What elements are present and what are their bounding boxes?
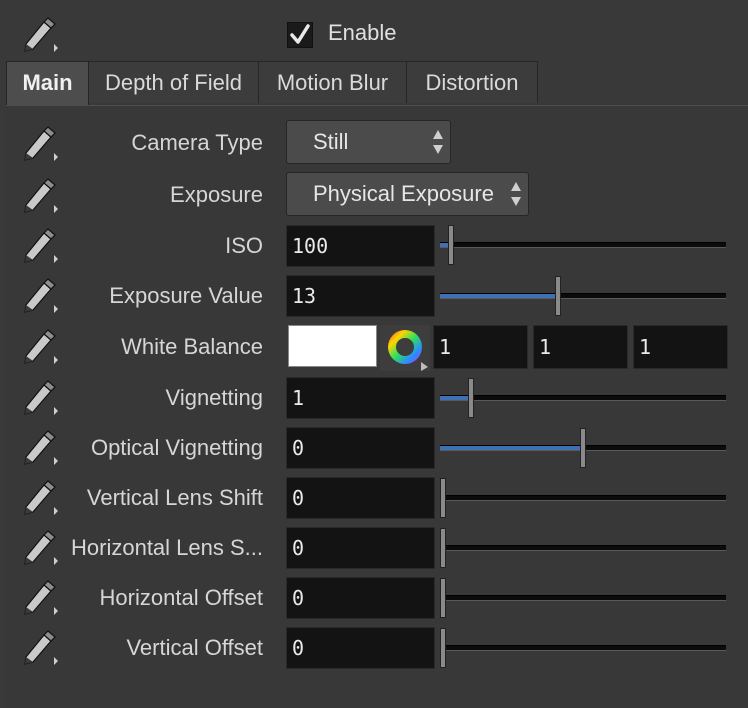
optical-vignetting-slider-fill	[440, 446, 580, 450]
vertical-offset-slider-handle[interactable]	[440, 628, 446, 668]
pencil-icon[interactable]	[18, 16, 58, 54]
vertical-lens-shift-slider-handle[interactable]	[440, 478, 446, 518]
exposure-value-field[interactable]: 13	[286, 275, 435, 317]
pencil-icon	[24, 329, 58, 364]
exposure-value-label: Exposure Value	[109, 283, 263, 308]
color-wheel-button[interactable]	[380, 325, 430, 371]
enable-checkbox[interactable]	[287, 22, 313, 48]
vignetting-slider-handle[interactable]	[468, 378, 474, 418]
horizontal-offset-field[interactable]: 0	[286, 577, 435, 619]
tab-main[interactable]: Main	[6, 61, 89, 105]
pencil-icon[interactable]	[18, 529, 58, 567]
pencil-icon	[24, 380, 58, 415]
camera-type-value: Still	[313, 129, 349, 154]
pencil-icon	[24, 430, 58, 465]
tab-motion-blur[interactable]: Motion Blur	[258, 61, 407, 103]
pencil-icon[interactable]	[18, 579, 58, 617]
pencil-icon[interactable]	[18, 227, 58, 265]
pencil-icon	[24, 278, 58, 313]
horizontal-lens-shift-label: Horizontal Lens S...	[71, 535, 263, 560]
tab-depth-of-field[interactable]: Depth of Field	[88, 61, 259, 103]
vertical-lens-shift-field[interactable]: 0	[286, 477, 435, 519]
vignetting-field[interactable]: 1	[286, 377, 435, 419]
pencil-icon[interactable]	[18, 177, 58, 215]
pencil-icon[interactable]	[18, 379, 58, 417]
pencil-icon	[24, 228, 58, 263]
vertical-lens-shift-slider[interactable]	[440, 478, 726, 518]
vertical-offset-slider[interactable]	[440, 628, 726, 668]
iso-slider[interactable]	[440, 225, 726, 265]
enable-label: Enable	[328, 20, 397, 45]
updown-arrows-icon	[433, 130, 443, 154]
exposure-label: Exposure	[170, 182, 263, 207]
exposure-dropdown[interactable]: Physical Exposure	[286, 172, 529, 216]
horizontal-lens-shift-slider[interactable]	[440, 528, 726, 568]
pencil-icon	[24, 178, 58, 213]
checkmark-icon	[290, 24, 310, 44]
iso-label: ISO	[225, 233, 263, 258]
updown-arrows-icon	[511, 182, 521, 206]
iso-slider-fill	[440, 243, 448, 247]
optical-vignetting-slider[interactable]	[440, 428, 726, 468]
white-balance-swatch[interactable]	[288, 325, 377, 367]
vertical-lens-shift-label: Vertical Lens Shift	[86, 485, 263, 510]
pencil-icon	[24, 580, 58, 615]
white-balance-label: White Balance	[121, 334, 263, 359]
iso-slider-handle[interactable]	[448, 225, 454, 265]
optical-vignetting-slider-handle[interactable]	[580, 428, 586, 468]
pencil-icon	[24, 17, 58, 52]
pencil-icon[interactable]	[18, 429, 58, 467]
pencil-icon	[24, 630, 58, 665]
pencil-icon[interactable]	[18, 125, 58, 163]
tab-distortion[interactable]: Distortion	[406, 61, 538, 103]
white-balance-r-field[interactable]: 1	[433, 325, 528, 369]
white-balance-g-field[interactable]: 1	[533, 325, 628, 369]
horizontal-offset-slider-handle[interactable]	[440, 578, 446, 618]
exposure-value: Physical Exposure	[313, 181, 494, 206]
vertical-offset-field[interactable]: 0	[286, 627, 435, 669]
pencil-icon[interactable]	[18, 328, 58, 366]
optical-vignetting-label: Optical Vignetting	[90, 435, 263, 460]
pencil-icon[interactable]	[18, 479, 58, 517]
camera-type-label: Camera Type	[131, 130, 263, 155]
optical-vignetting-field[interactable]: 0	[286, 427, 435, 469]
pencil-icon	[24, 530, 58, 565]
exposure-value-slider[interactable]	[440, 276, 726, 316]
pencil-icon	[24, 126, 58, 161]
exposure-value-slider-fill	[440, 294, 555, 298]
pencil-icon[interactable]	[18, 277, 58, 315]
horizontal-lens-shift-field[interactable]: 0	[286, 527, 435, 569]
vignetting-label: Vignetting	[165, 385, 263, 410]
pencil-icon[interactable]	[18, 629, 58, 667]
horizontal-lens-shift-slider-handle[interactable]	[440, 528, 446, 568]
horizontal-offset-label: Horizontal Offset	[99, 585, 263, 610]
exposure-value-slider-handle[interactable]	[555, 276, 561, 316]
color-wheel-icon	[388, 330, 428, 371]
vertical-offset-label: Vertical Offset	[126, 635, 263, 660]
iso-field[interactable]: 100	[286, 225, 435, 267]
horizontal-offset-slider[interactable]	[440, 578, 726, 618]
white-balance-b-field[interactable]: 1	[633, 325, 728, 369]
pencil-icon	[24, 480, 58, 515]
vignetting-slider-fill	[440, 396, 468, 400]
vignetting-slider[interactable]	[440, 378, 726, 418]
tab-bar: Main Depth of Field Motion Blur Distorti…	[6, 61, 538, 105]
camera-type-dropdown[interactable]: Still	[286, 120, 451, 164]
